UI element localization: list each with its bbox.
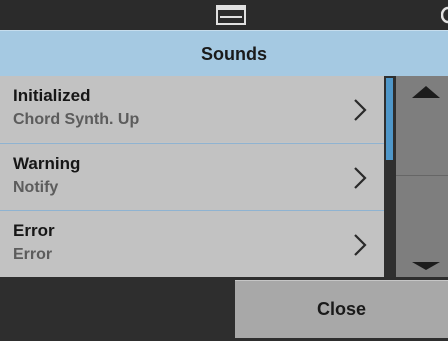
printer-tray-icon — [216, 5, 246, 25]
chevron-right-icon — [354, 167, 367, 189]
status-indicator-icon — [441, 6, 448, 24]
scrollbar-thumb[interactable] — [386, 78, 393, 160]
list-item-error[interactable]: Error Error — [0, 211, 384, 277]
scroll-up-arrow-icon — [412, 86, 440, 98]
list-item-warning[interactable]: Warning Notify — [0, 144, 384, 210]
item-label: Initialized — [13, 86, 91, 105]
item-value: Notify — [13, 179, 59, 196]
scroll-down-arrow-icon — [412, 262, 440, 270]
sounds-screen: Sounds Initialized Chord Synth. Up Warni… — [0, 0, 448, 341]
item-label: Error — [13, 221, 55, 240]
item-label: Warning — [13, 154, 81, 173]
list-item-initialized[interactable]: Initialized Chord Synth. Up — [0, 76, 384, 142]
item-value: Error — [13, 246, 53, 263]
close-button[interactable]: Close — [235, 280, 448, 338]
chevron-right-icon — [354, 99, 367, 121]
title-bar: Sounds — [0, 30, 448, 76]
chevron-right-icon — [354, 234, 367, 256]
item-value: Chord Synth. Up — [13, 111, 140, 128]
page-title: Sounds — [201, 44, 267, 64]
status-bar — [0, 0, 448, 30]
